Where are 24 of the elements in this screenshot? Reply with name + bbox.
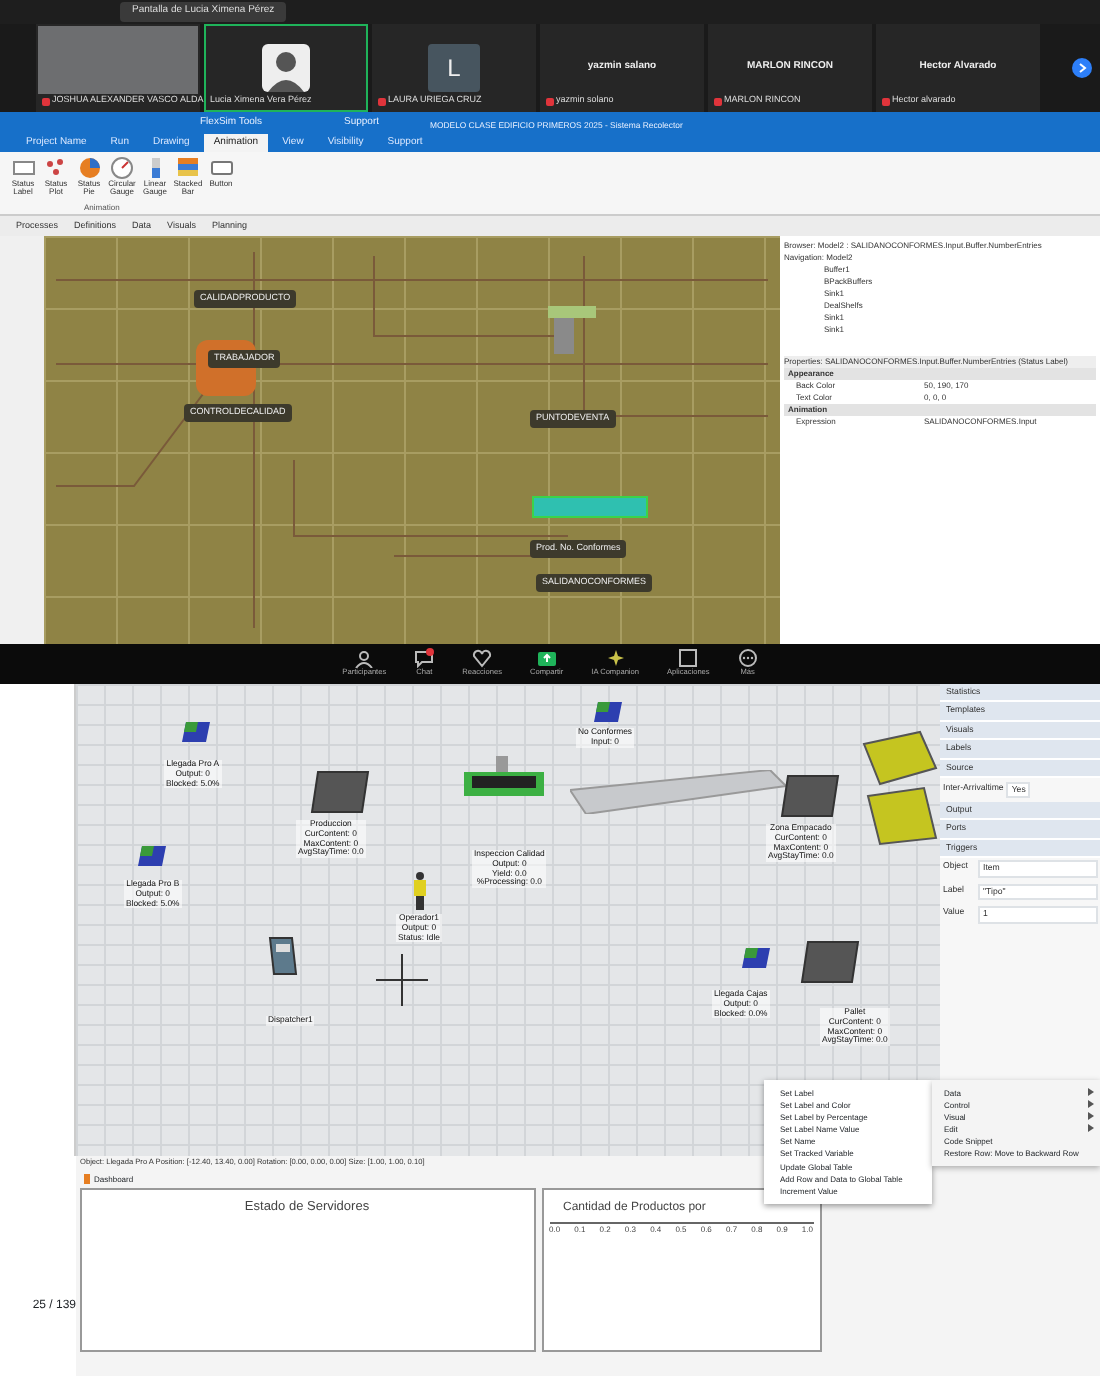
source-object-drawing — [136, 844, 168, 868]
queue-object-drawing — [310, 770, 370, 814]
sparkle-icon — [605, 648, 626, 669]
queue-object-drawing — [780, 774, 840, 818]
more-participants-icon — [1072, 58, 1092, 78]
source-object-drawing — [180, 720, 212, 744]
packing-machine-drawing — [860, 728, 940, 848]
pie-chart-icon — [77, 156, 101, 180]
heart-icon — [472, 648, 493, 669]
share-screen-icon — [536, 648, 557, 669]
avatar-initial: L — [428, 44, 480, 92]
apps-icon — [678, 648, 699, 669]
scatter-icon — [44, 156, 68, 180]
queue-object-drawing — [800, 940, 860, 984]
people-icon — [354, 648, 375, 669]
avatar-silhouette — [262, 44, 310, 92]
crosshair-icon — [376, 954, 428, 1006]
chat-icon — [414, 648, 435, 669]
source-object-drawing — [740, 946, 772, 970]
more-icon — [737, 648, 758, 669]
operator-figure-icon — [410, 870, 430, 910]
source-object-drawing — [592, 700, 624, 724]
sales-counter-drawing[interactable] — [548, 306, 596, 354]
stacked-bar-icon — [176, 156, 200, 180]
